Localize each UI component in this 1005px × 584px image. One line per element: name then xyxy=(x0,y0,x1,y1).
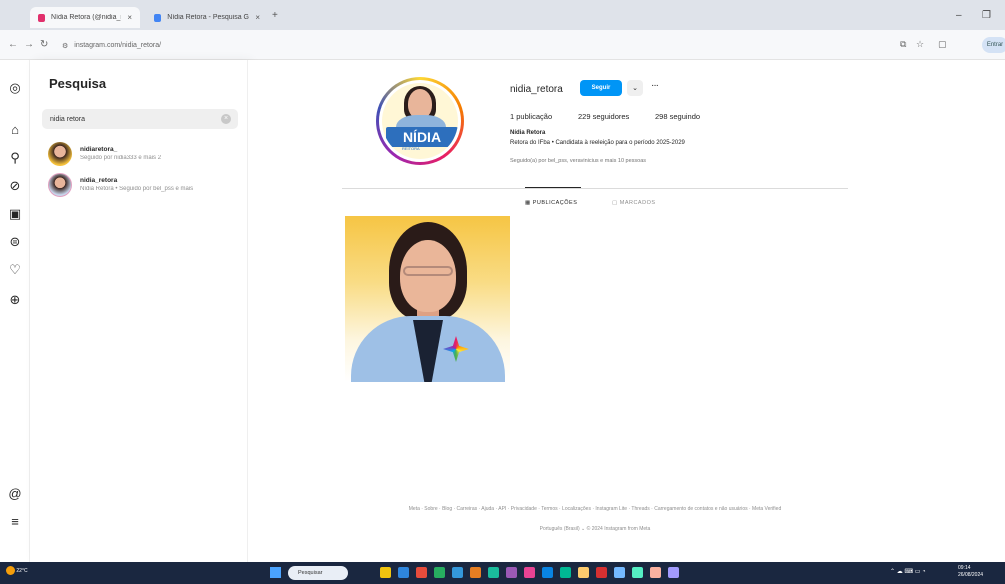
collections-icon[interactable]: ▢ xyxy=(938,39,947,50)
app-icon[interactable] xyxy=(542,567,553,578)
tray-icons[interactable]: ⌃ ☁ ⌨ ▭ ◔ xyxy=(890,568,926,575)
posts-count: 1 publicação xyxy=(510,112,553,121)
app-icon[interactable] xyxy=(524,567,535,578)
search-result-item[interactable]: nidia_retora Nídia Retora • Seguido por … xyxy=(48,173,240,199)
result-username: nidiaretora_ xyxy=(80,146,118,153)
result-subtitle: Nídia Retora • Seguido por bel_pss e mai… xyxy=(80,186,194,192)
messages-icon[interactable]: ⊜ xyxy=(7,234,23,250)
address-bar[interactable]: ⚙ instagram.com/nidia_retora/ xyxy=(62,38,882,53)
followed-by[interactable]: Seguido(a) por bel_pss, veravinicius e m… xyxy=(510,158,646,164)
start-icon[interactable] xyxy=(270,567,281,578)
instagram-icon[interactable]: ◎ xyxy=(7,80,23,96)
search-query: nidia retora xyxy=(50,115,86,123)
profile-username: nidia_retora xyxy=(510,84,563,95)
app-icon[interactable] xyxy=(452,567,463,578)
clear-search-icon[interactable]: × xyxy=(221,114,231,124)
explore-icon[interactable]: ⊘ xyxy=(7,178,23,194)
app-icon[interactable] xyxy=(380,567,391,578)
profile-bio: Retora do IFba • Candidata à reeleição p… xyxy=(510,140,685,146)
browser-toolbar: ← → ↻ ⚙ instagram.com/nidia_retora/ ⧉ ☆ … xyxy=(0,30,1005,60)
windows-taskbar: 22°C Pesquisar ⌃ ☁ ⌨ ▭ ◔ 09:14 26/08/202… xyxy=(0,562,1005,584)
app-icon[interactable] xyxy=(650,567,661,578)
profile-picture[interactable]: NÍDIA REITORA xyxy=(376,77,464,165)
search-icon[interactable]: ⚲ xyxy=(7,150,23,166)
menu-icon[interactable]: ≡ xyxy=(7,514,23,530)
grid-icon: ▦ xyxy=(525,200,533,206)
clock-date: 26/08/2024 xyxy=(958,572,984,578)
clock-time: 09:14 xyxy=(958,565,971,571)
app-icon[interactable] xyxy=(560,567,571,578)
suggestions-button[interactable]: ⌄ xyxy=(627,80,643,96)
followers-count[interactable]: 229 seguidores xyxy=(578,112,629,121)
back-icon[interactable]: ← xyxy=(8,39,18,50)
app-icon[interactable] xyxy=(416,567,427,578)
close-tab-icon[interactable]: × xyxy=(127,13,132,22)
tagged-icon: ▢ xyxy=(612,200,620,206)
result-subtitle: Seguido por nidia333 e mais 2 xyxy=(80,155,162,161)
app-icon[interactable] xyxy=(506,567,517,578)
active-tab-indicator xyxy=(525,187,581,188)
address-text: instagram.com/nidia_retora/ xyxy=(74,42,162,49)
following-count[interactable]: 298 seguindo xyxy=(655,112,700,121)
favorites-icon[interactable]: ☆ xyxy=(916,39,924,50)
instagram-nav-rail: ◎ ⌂ ⚲ ⊘ ▣ ⊜ ♡ ⊕ @ ≡ xyxy=(0,60,30,562)
app-icon[interactable] xyxy=(632,567,643,578)
search-result-item[interactable]: nidiaretora_ Seguido por nidia333 e mais… xyxy=(48,142,240,168)
app-icon[interactable] xyxy=(596,567,607,578)
browser-tab-bar: Nídia Retora (@nidia_retora) • Instagram… xyxy=(0,0,1005,30)
app-icon[interactable] xyxy=(434,567,445,578)
post-thumbnail[interactable] xyxy=(345,216,510,382)
weather-icon xyxy=(6,566,15,575)
google-favicon-icon xyxy=(154,13,162,22)
forward-icon[interactable]: → xyxy=(24,39,34,50)
avatar xyxy=(48,173,72,197)
tab-tagged[interactable]: ▢ MARCADOS xyxy=(612,200,656,206)
app-icon[interactable] xyxy=(668,567,679,578)
search-input[interactable]: nidia retora × xyxy=(42,109,238,129)
clock[interactable]: 09:14 26/08/2024 xyxy=(958,565,983,579)
divider xyxy=(342,188,848,189)
app-icon[interactable] xyxy=(488,567,499,578)
threads-icon[interactable]: @ xyxy=(7,486,23,502)
create-icon[interactable]: ⊕ xyxy=(7,292,23,308)
taskbar-search[interactable]: Pesquisar xyxy=(288,566,348,580)
taskbar-search-text: Pesquisar xyxy=(298,570,323,576)
tab-title: Nídia Retora - Pesquisa Google xyxy=(167,14,249,21)
new-tab-icon[interactable]: + xyxy=(272,10,278,21)
home-icon[interactable]: ⌂ xyxy=(7,122,23,138)
reload-icon[interactable]: ↻ xyxy=(40,39,48,50)
weather-widget[interactable]: 22°C xyxy=(6,566,34,580)
tab-title: Nídia Retora (@nidia_retora) • Instagram xyxy=(51,14,121,21)
weather-temp: 22°C xyxy=(16,567,28,574)
search-panel-title: Pesquisa xyxy=(49,76,107,91)
extensions-icon[interactable]: ⧉ xyxy=(900,39,906,50)
notifications-icon[interactable]: ♡ xyxy=(7,262,23,278)
follow-button[interactable]: Seguir xyxy=(580,80,622,96)
restore-icon[interactable]: ❐ xyxy=(982,10,991,21)
browser-tab-active[interactable]: Nídia Retora (@nidia_retora) • Instagram… xyxy=(30,7,140,28)
profile-full-name: Nídia Retora xyxy=(510,130,546,136)
app-icon[interactable] xyxy=(470,567,481,578)
browser-profile-button[interactable]: Entrar xyxy=(982,37,1005,53)
site-info-icon[interactable]: ⚙ xyxy=(62,42,68,50)
instagram-favicon-icon xyxy=(38,13,46,22)
footer-links[interactable]: Meta · Sobre · Blog · Carreiras · Ajuda … xyxy=(342,506,848,512)
tab-posts[interactable]: ▦ PUBLICAÇÕES xyxy=(525,200,577,206)
app-icon[interactable] xyxy=(578,567,589,578)
minimize-icon[interactable]: – xyxy=(956,10,962,21)
footer-copyright: Português (Brasil) ⌄ © 2024 Instagram fr… xyxy=(539,526,651,532)
avatar-text: NÍDIA xyxy=(386,127,458,147)
app-icon[interactable] xyxy=(398,567,409,578)
app-icon[interactable] xyxy=(614,567,625,578)
browser-tab[interactable]: Nídia Retora - Pesquisa Google × xyxy=(146,7,268,28)
profile-main: NÍDIA REITORA nidia_retora Seguir ⌄ ··· … xyxy=(248,60,1005,562)
reels-icon[interactable]: ▣ xyxy=(7,206,23,222)
search-panel: Pesquisa nidia retora × nidiaretora_ Seg… xyxy=(30,60,248,562)
result-username: nidia_retora xyxy=(80,177,118,184)
close-tab-icon[interactable]: × xyxy=(255,13,260,22)
avatar xyxy=(48,142,72,166)
more-options-icon[interactable]: ··· xyxy=(651,80,659,91)
avatar-subtext: REITORA xyxy=(402,146,420,151)
